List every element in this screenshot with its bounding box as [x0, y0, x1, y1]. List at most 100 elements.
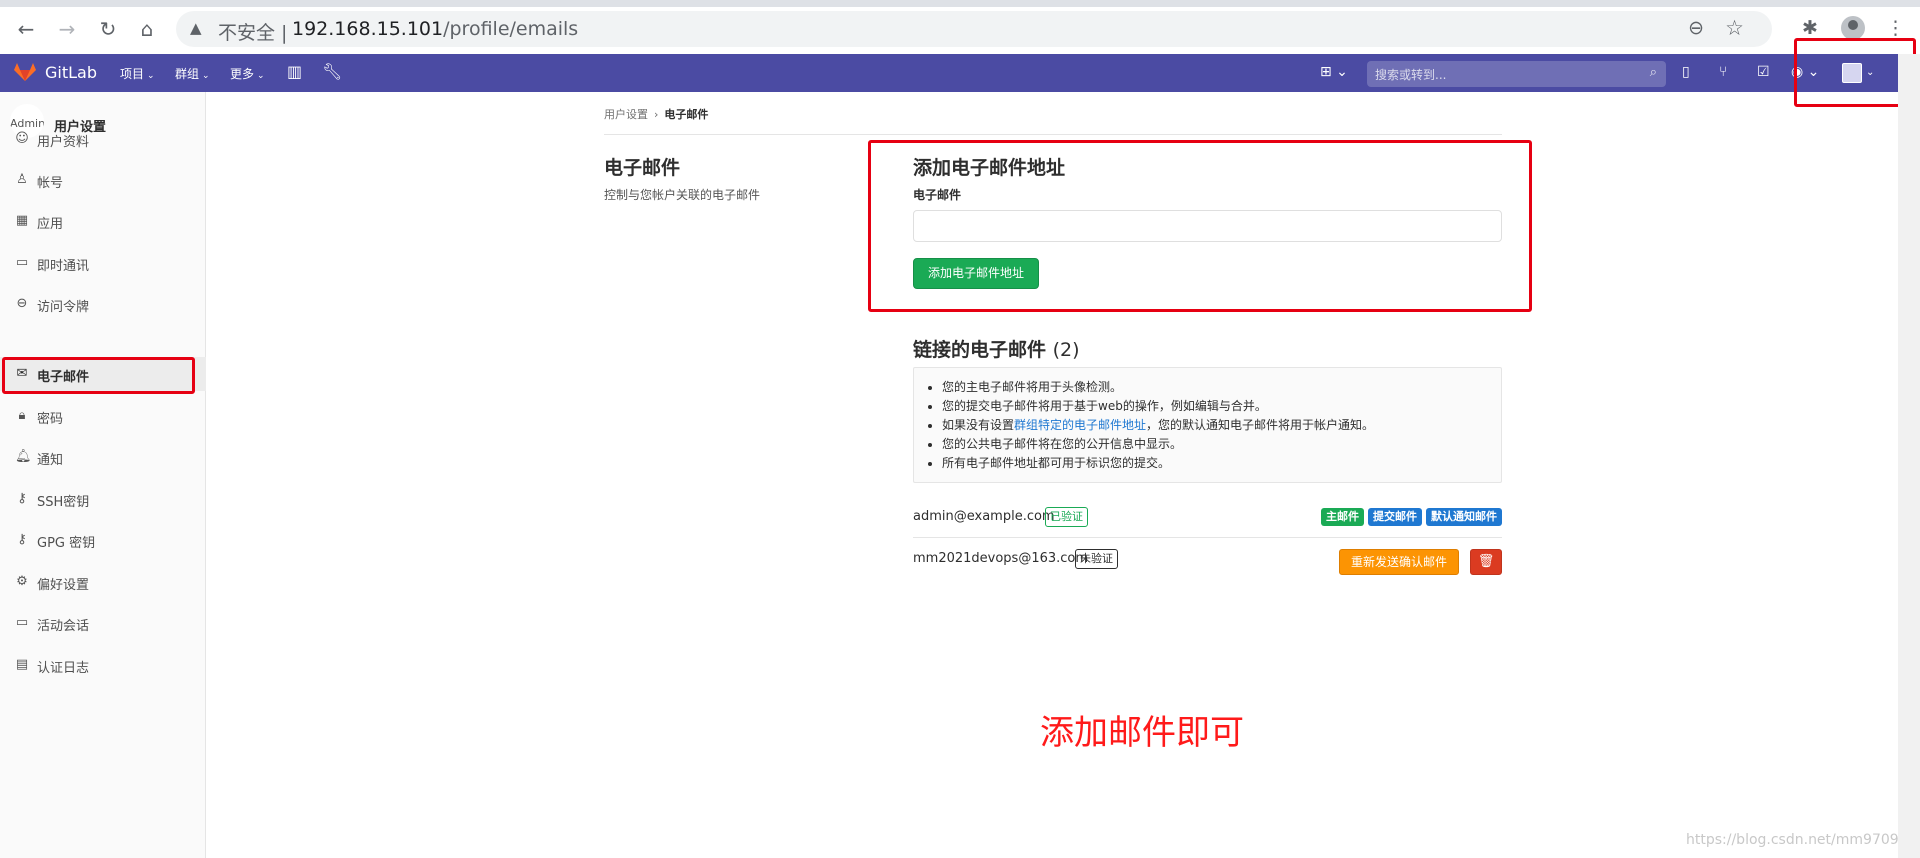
sidebar-item-label: 通知 — [37, 453, 64, 468]
commit-email-badge: 提交邮件 — [1368, 508, 1422, 526]
gitlab-navbar: GitLab 项目 ⌄ 群组 ⌄ 更多 ⌄ ▥ 🔧︎ ⊞ ⌄ 搜索或转到... ⌕ ▯… — [0, 54, 1898, 92]
chevron-right-icon: › — [654, 108, 659, 121]
wrench-icon[interactable]: 🔧︎ — [322, 62, 342, 81]
sidebar-item-label: 帐号 — [37, 176, 64, 191]
url-text: 192.168.15.101/profile/emails — [292, 18, 579, 40]
email-info-box: 您的主电子邮件将用于头像检测。 您的提交电子邮件将用于基于web的操作，例如编辑… — [913, 367, 1502, 483]
address-bar[interactable]: ▲ 不安全 | 192.168.15.101/profile/emails ⊖ … — [176, 11, 1772, 47]
groups-menu[interactable]: 群组 ⌄ — [175, 65, 210, 82]
email-address: mm2021devops@163.com — [913, 551, 1089, 566]
issues-icon[interactable]: ▯ — [1682, 64, 1690, 80]
sidebar-item-label: SSH密钥 — [37, 495, 90, 510]
chevron-down-icon: ⌄ — [147, 71, 155, 81]
sidebar-item-sessions[interactable]: ▭ 活动会话 — [0, 606, 206, 640]
account-icon: ♙ — [16, 172, 28, 187]
group-emails-link[interactable]: 群组特定的电子邮件地址 — [1014, 418, 1146, 432]
bell-icon: 🔔︎ — [15, 449, 32, 464]
sidebar-item-tokens[interactable]: ⊖ 访问令牌 — [0, 287, 206, 321]
sidebar-item-chat[interactable]: ▭ 即时通讯 — [0, 246, 206, 280]
back-icon[interactable]: ← — [14, 17, 38, 41]
browser-profile-icon[interactable] — [1841, 16, 1865, 40]
sidebar-item-label: 活动会话 — [37, 619, 90, 634]
breadcrumb: 用户设置 › 电子邮件 — [604, 106, 708, 122]
breadcrumb-current[interactable]: 电子邮件 — [664, 108, 708, 121]
unverified-badge: 未验证 — [1075, 549, 1118, 569]
page-scrollbar[interactable] — [1898, 54, 1920, 858]
sidebar-item-auth-log[interactable]: ▤ 认证日志 — [0, 648, 206, 682]
todos-icon[interactable]: ☑ — [1757, 64, 1770, 80]
search-icon: ⌕ — [1649, 65, 1657, 80]
search-input[interactable]: 搜索或转到... ⌕ — [1367, 61, 1666, 87]
page-title: 电子邮件 — [604, 157, 681, 179]
info-item: 如果没有设置群组特定的电子邮件地址，您的默认通知电子邮件将用于帐户通知。 — [942, 416, 1374, 435]
sidebar-item-label: GPG 密钥 — [37, 536, 96, 551]
email-row: mm2021devops@163.com 未验证 重新发送确认邮件 🗑︎ — [913, 540, 1502, 580]
chart-icon[interactable]: ▥ — [287, 62, 302, 81]
chevron-down-icon: ⌄ — [202, 71, 210, 81]
chevron-down-icon: ⌄ — [257, 71, 265, 81]
more-menu[interactable]: 更多 ⌄ — [230, 65, 265, 82]
key-icon: ⚷ — [17, 491, 27, 506]
trash-icon: 🗑︎ — [1477, 554, 1495, 569]
annotation-note: 添加邮件即可 — [1040, 713, 1244, 753]
browser-toolbar: ← → ↻ ⌂ ▲ 不安全 | 192.168.15.101/profile/e… — [0, 0, 1920, 54]
info-item: 您的公共电子邮件将在您的公开信息中显示。 — [942, 435, 1374, 454]
extensions-icon[interactable]: ✱ — [1802, 17, 1818, 39]
watermark: https://blog.csdn.net/mm970919 — [1686, 832, 1917, 848]
gitlab-logo-icon[interactable] — [14, 63, 36, 81]
preferences-icon: ⚙ — [16, 574, 28, 589]
sidebar-item-label: 用户资料 — [37, 135, 90, 150]
sidebar-item-label: 即时通讯 — [37, 259, 90, 274]
info-item: 所有电子邮件地址都可用于标识您的提交。 — [942, 454, 1374, 473]
merge-requests-icon[interactable]: ⑂ — [1719, 64, 1727, 80]
zoom-icon[interactable]: ⊖ — [1688, 17, 1704, 39]
chat-icon: ▭ — [15, 255, 29, 270]
browser-menu-icon[interactable]: ⋮ — [1886, 17, 1905, 39]
sidebar-item-label: 应用 — [37, 217, 64, 232]
email-address: admin@example.com — [913, 509, 1055, 524]
resend-confirmation-button[interactable]: 重新发送确认邮件 — [1339, 549, 1459, 575]
sidebar-item-label: 密码 — [37, 412, 64, 427]
reload-icon[interactable]: ↻ — [96, 17, 120, 41]
annotation-box-add-form — [868, 140, 1532, 312]
breadcrumb-parent[interactable]: 用户设置 — [604, 108, 648, 121]
home-icon[interactable]: ⌂ — [135, 17, 159, 41]
sidebar-item-gpg-keys[interactable]: ⚷ GPG 密钥 — [0, 523, 206, 557]
sidebar-item-profile[interactable]: ☺ 用户资料 — [0, 122, 206, 156]
settings-sidebar: Admin 用户设置 ☺ 用户资料 ♙ 帐号 ▦ 应用 ▭ 即时通讯 ⊖ 访问令… — [0, 92, 206, 858]
annotation-box-sidebar — [2, 357, 195, 394]
verified-badge: 已验证 — [1045, 507, 1088, 527]
projects-menu[interactable]: 项目 ⌄ — [120, 65, 155, 82]
forward-icon[interactable]: → — [55, 17, 79, 41]
info-item: 您的提交电子邮件将用于基于web的操作，例如编辑与合并。 — [942, 397, 1374, 416]
email-row: admin@example.com 已验证 主邮件 提交邮件 默认通知邮件 — [913, 498, 1502, 538]
new-item-icon[interactable]: ⊞ ⌄ — [1320, 64, 1348, 80]
sidebar-item-label: 访问令牌 — [37, 300, 90, 315]
linked-emails-count: (2) — [1052, 339, 1080, 361]
search-placeholder: 搜索或转到... — [1375, 68, 1447, 82]
applications-icon: ▦ — [15, 213, 29, 228]
sidebar-item-label: 偏好设置 — [37, 578, 90, 593]
bookmark-star-icon[interactable]: ☆ — [1725, 16, 1744, 40]
notification-email-badge: 默认通知邮件 — [1426, 508, 1502, 526]
sidebar-item-notifications[interactable]: 🔔︎ 通知 — [0, 440, 206, 474]
browser-tab-strip — [0, 0, 1920, 7]
sidebar-item-password[interactable]: 🔒︎ 密码 — [0, 399, 206, 433]
log-icon: ▤ — [15, 657, 29, 672]
sidebar-item-account[interactable]: ♙ 帐号 — [0, 163, 206, 197]
sidebar-item-preferences[interactable]: ⚙ 偏好设置 — [0, 565, 206, 599]
brand-name[interactable]: GitLab — [45, 63, 97, 82]
divider — [604, 134, 1502, 135]
sidebar-item-label: 认证日志 — [37, 661, 90, 676]
warning-icon: ▲ — [190, 19, 202, 37]
profile-icon: ☺ — [15, 131, 29, 146]
delete-email-button[interactable]: 🗑︎ — [1470, 549, 1502, 575]
primary-email-badge: 主邮件 — [1321, 508, 1364, 526]
page-description: 控制与您帐户关联的电子邮件 — [604, 188, 761, 202]
sidebar-item-applications[interactable]: ▦ 应用 — [0, 204, 206, 238]
lock-icon: 🔒︎ — [18, 408, 26, 423]
key-icon: ⚷ — [17, 532, 27, 547]
token-icon: ⊖ — [16, 296, 28, 311]
sidebar-item-ssh-keys[interactable]: ⚷ SSH密钥 — [0, 482, 206, 516]
info-item: 您的主电子邮件将用于头像检测。 — [942, 378, 1374, 397]
